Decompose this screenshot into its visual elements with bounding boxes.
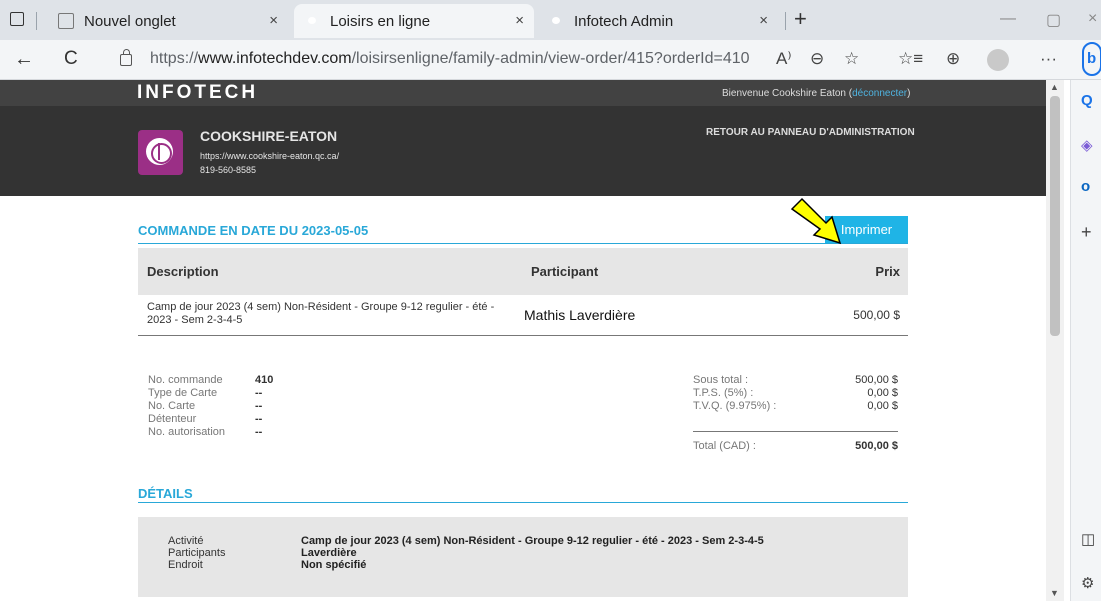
detail-label: Participants [168,547,226,559]
tab-separator [785,12,786,30]
url-domain: www.infotechdev.com [198,50,352,67]
activity-value: Camp de jour 2023 (4 sem) Non-Résident -… [301,535,764,547]
refresh-icon[interactable]: C [64,48,78,70]
back-to-admin-link[interactable]: RETOUR AU PANNEAU D'ADMINISTRATION [706,127,915,138]
welcome-label: Bienvenue Cookshire Eaton ( [722,88,853,99]
tab-infotech-admin[interactable]: Infotech Admin × [538,4,778,38]
infotech-logo: INFOTECH [137,82,259,103]
subtotal-value: 500,00 $ [855,374,898,386]
site-favicon-icon [304,13,320,29]
url-prefix: https:// [150,50,199,67]
column-description: Description [147,264,219,279]
welcome-text: Bienvenue Cookshire Eaton (déconnecter) [722,88,910,99]
logout-link[interactable]: déconnecter [852,88,907,99]
item-description: Camp de jour 2023 (4 sem) Non-Résident -… [147,301,495,326]
info-label: No. Carte [148,400,196,412]
details-box: Activité Camp de jour 2023 (4 sem) Non-R… [138,517,908,597]
org-name: COOKSHIRE-EATON [200,128,338,144]
close-tab-icon[interactable]: × [515,12,524,29]
zoom-out-icon[interactable]: ⊖ [810,49,824,69]
card-type: -- [255,387,263,399]
scroll-thumb[interactable] [1050,96,1060,336]
site-favicon-icon [548,13,564,29]
divider [138,502,908,503]
url-field[interactable]: https://www.infotechdev.com/loisirsenlig… [150,50,750,68]
add-favorite-icon[interactable]: ☆ [844,49,859,69]
info-label: No. commande [148,374,223,386]
scroll-down-icon[interactable]: ▼ [1050,588,1059,598]
tps-label: T.P.S. (5%) : [693,387,754,399]
item-participant: Mathis Laverdière [524,307,636,323]
column-participant: Participant [531,264,599,279]
search-icon[interactable]: Q [1081,92,1093,109]
address-bar: ← C https://www.infotechdev.com/loisirse… [0,40,1101,80]
welcome-end: ) [907,88,911,99]
more-options-icon[interactable]: ··· [1040,49,1057,69]
tvq-label: T.V.Q. (9.975%) : [693,400,777,412]
collections-icon[interactable]: ⊕ [946,49,960,69]
info-label: Détenteur [148,413,197,425]
order-number: 410 [255,374,274,386]
shopping-icon[interactable]: ◈ [1081,136,1093,154]
globe-icon [138,130,183,175]
column-price: Prix [875,264,900,279]
org-phone: 819-560-8585 [200,165,257,175]
detail-label: Activité [168,535,204,547]
authorization-number: -- [255,426,263,438]
order-table-header: Description Participant Prix [138,248,908,295]
scroll-up-icon[interactable]: ▲ [1050,82,1059,92]
close-tab-icon[interactable]: × [269,12,278,29]
browser-tab-strip: Nouvel onglet × Loisirs en ligne × Infot… [0,0,1101,40]
tab-loisirs-en-ligne[interactable]: Loisirs en ligne × [294,4,534,38]
card-number: -- [255,400,263,412]
tab-label: Infotech Admin [574,12,674,30]
bing-copilot-icon[interactable]: b [1082,42,1101,76]
total-value: 500,00 $ [855,440,898,452]
close-window-icon[interactable]: × [1088,10,1097,28]
settings-gear-icon[interactable]: ⚙ [1081,574,1094,592]
tab-separator [36,12,37,30]
participants-value: Laverdière [301,547,357,559]
new-tab-button[interactable]: + [794,6,807,32]
tab-actions-icon[interactable] [10,12,24,26]
org-url: https://www.cookshire-eaton.qc.ca/ [200,151,340,161]
new-tab-page-icon [58,13,74,29]
detail-label: Endroit [168,559,203,571]
table-row: Camp de jour 2023 (4 sem) Non-Résident -… [138,295,908,336]
read-aloud-icon[interactable]: A⁾ [776,49,792,69]
tab-label: Loisirs en ligne [330,12,431,30]
close-tab-icon[interactable]: × [759,12,768,29]
tab-label: Nouvel onglet [84,12,176,30]
details-title: DÉTAILS [138,486,193,501]
totals-divider [693,431,898,432]
subtotal-label: Sous total : [693,374,749,386]
info-label: No. autorisation [148,426,226,438]
edge-sidebar: Q ◈ o + ◫ ⚙ [1070,80,1101,601]
org-header: COOKSHIRE-EATON https://www.cookshire-ea… [0,106,1046,196]
web-page: INFOTECH Bienvenue Cookshire Eaton (déco… [0,80,1046,601]
favorites-icon[interactable]: ☆≡ [898,49,923,69]
page-scrollbar[interactable]: ▲ ▼ [1046,80,1064,601]
info-label: Type de Carte [148,387,218,399]
item-price: 500,00 $ [853,308,900,322]
location-value: Non spécifié [301,559,367,571]
back-arrow-icon[interactable]: ← [14,48,34,71]
add-sidebar-icon[interactable]: + [1081,222,1092,243]
tvq-value: 0,00 $ [867,400,898,412]
profile-avatar[interactable] [987,49,1009,71]
tab-nouvel-onglet[interactable]: Nouvel onglet × [48,4,288,38]
site-top-bar: INFOTECH Bienvenue Cookshire Eaton (déco… [0,80,1046,106]
maximize-icon[interactable]: ▢ [1046,10,1061,30]
lock-icon[interactable] [120,49,132,66]
outlook-icon[interactable]: o [1081,178,1090,195]
minimize-icon[interactable]: — [1000,10,1016,28]
total-label: Total (CAD) : [693,440,756,452]
pointer-arrow-icon [790,197,842,245]
split-screen-icon[interactable]: ◫ [1081,530,1095,548]
url-path: /loisirsenligne/family-admin/view-order/… [351,50,750,67]
card-holder: -- [255,413,263,425]
order-title: COMMANDE EN DATE DU 2023-05-05 [138,223,369,238]
tps-value: 0,00 $ [867,387,898,399]
